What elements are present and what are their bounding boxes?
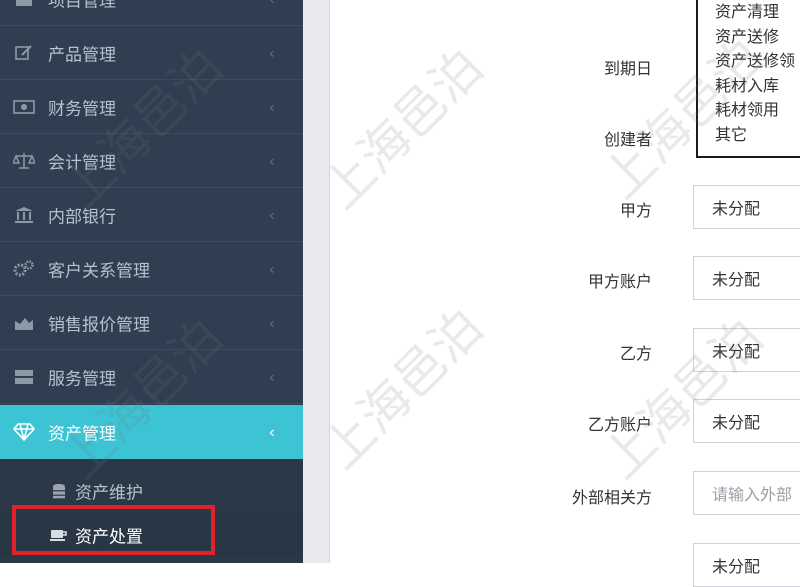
field-label-due-date: 到期日	[603, 59, 652, 78]
chevron-left-icon: ‹	[268, 422, 275, 442]
sidebar-item-label: 会计管理	[48, 153, 116, 173]
dropdown-option[interactable]: 耗材领用	[715, 98, 800, 123]
chevron-left-icon: ‹	[268, 97, 275, 116]
party-a-account-select[interactable]: 未分配	[693, 256, 800, 300]
dropdown-option[interactable]: 资产送修领	[715, 49, 800, 74]
sidebar: 项目管理 ‹ 产品管理 ‹ 财务管理 ‹ 会计管理 ‹ 内部银行 ‹ 客户关系管	[0, 0, 303, 563]
sidebar-item-label: 销售报价管理	[48, 315, 150, 335]
sidebar-item-label: 项目管理	[48, 0, 116, 11]
sidebar-item-asset[interactable]: 资产管理 ‹	[0, 405, 303, 459]
chevron-left-icon: ‹	[268, 259, 275, 278]
chevron-left-icon: ‹	[269, 0, 275, 8]
scale-icon	[12, 151, 36, 171]
database-icon	[50, 483, 68, 499]
sidebar-item-label: 内部银行	[48, 207, 116, 227]
chart-icon	[12, 313, 36, 333]
server-icon	[12, 367, 36, 387]
sidebar-item-service[interactable]: 服务管理 ‹	[0, 350, 303, 404]
sidebar-item-label: 资产管理	[48, 424, 116, 445]
dropdown-option[interactable]: 资产清理	[715, 0, 800, 25]
gears-icon	[12, 259, 36, 279]
dropdown-option[interactable]: 资产送修	[715, 25, 800, 50]
sidebar-item-project[interactable]: 项目管理 ‹	[0, 0, 303, 26]
chevron-left-icon: ‹	[268, 43, 275, 62]
sidebar-item-label: 产品管理	[48, 45, 116, 65]
external-party-input[interactable]: 请输入外部	[693, 471, 800, 515]
chevron-left-icon: ‹	[268, 367, 275, 386]
field-label-party-a-account: 甲方账户	[587, 272, 652, 291]
field-label-party-b-account: 乙方账户	[587, 415, 652, 434]
sidebar-item-internal-bank[interactable]: 内部银行 ‹	[0, 188, 303, 242]
dropdown-option[interactable]: 其它	[715, 123, 800, 148]
sidebar-item-finance[interactable]: 财务管理 ‹	[0, 80, 303, 134]
field-label-creator: 创建者	[603, 130, 652, 149]
sidebar-item-label: 客户关系管理	[48, 261, 150, 281]
sidebar-item-sales-quote[interactable]: 销售报价管理 ‹	[0, 296, 303, 350]
money-icon	[12, 97, 36, 117]
dropdown-option[interactable]: 耗材入库	[715, 74, 800, 99]
sidebar-item-accounting[interactable]: 会计管理 ‹	[0, 134, 303, 188]
additional-select[interactable]: 未分配	[693, 543, 800, 587]
sidebar-item-label: 财务管理	[48, 99, 116, 119]
party-b-account-select[interactable]: 未分配	[693, 399, 800, 443]
sidebar-subitem-label: 资产维护	[75, 483, 143, 504]
sidebar-item-label: 服务管理	[48, 369, 116, 389]
party-a-select[interactable]: 未分配	[693, 185, 800, 229]
chevron-left-icon: ‹	[268, 205, 275, 224]
disposal-type-dropdown[interactable]: 资产清理 资产送修 资产送修领 耗材入库 耗材领用 其它	[696, 0, 800, 158]
asset-disposal-form: 到期日 创建者 甲方 未分配 甲方账户 未分配 乙方 未分配 乙方账户 未分配 …	[330, 0, 800, 587]
field-label-external-party: 外部相关方	[571, 488, 652, 507]
diamond-icon	[12, 422, 36, 442]
party-b-select[interactable]: 未分配	[693, 328, 800, 372]
field-label-party-b: 乙方	[619, 344, 652, 363]
chevron-left-icon: ‹	[268, 151, 275, 170]
briefcase-icon	[12, 0, 36, 9]
highlight-box	[12, 505, 215, 555]
sidebar-item-crm[interactable]: 客户关系管理 ‹	[0, 242, 303, 296]
sidebar-item-product[interactable]: 产品管理 ‹	[0, 26, 303, 80]
bank-icon	[12, 205, 36, 225]
content-gutter	[303, 0, 330, 563]
chevron-left-icon: ‹	[268, 313, 275, 332]
field-label-party-a: 甲方	[619, 201, 652, 220]
edit-icon	[12, 43, 36, 63]
